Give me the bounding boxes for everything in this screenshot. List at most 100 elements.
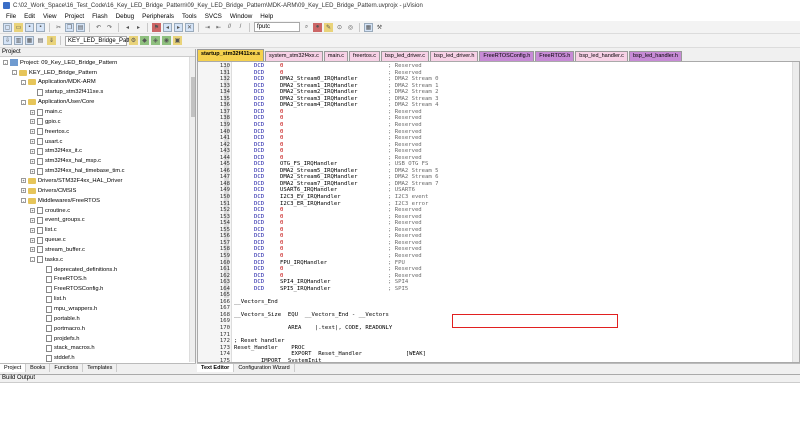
expand-toggle-icon[interactable]: +	[30, 217, 35, 223]
expand-toggle-icon[interactable]: +	[30, 158, 35, 164]
editor-tab[interactable]: bsp_led_handler.c	[575, 51, 628, 61]
menu-item-debug[interactable]: Debug	[112, 13, 139, 20]
configure-icon[interactable]: ◎	[346, 23, 355, 32]
tree-item[interactable]: FreeRTOSConfig.h	[39, 285, 103, 295]
manage-project-icon[interactable]: ◆	[140, 36, 149, 45]
editor-tab[interactable]: FreeRTOS.h	[535, 51, 575, 61]
tree-item[interactable]: - Application/MDK-ARM	[21, 78, 96, 88]
uncomment-icon[interactable]: /	[236, 23, 245, 32]
indent-icon[interactable]: ⇥	[203, 23, 212, 32]
tree-item[interactable]: - Application/User/Core	[21, 97, 94, 107]
editor-tab[interactable]: startup_stm32f411xe.s	[197, 49, 265, 61]
manage-rte-icon[interactable]: ◉	[162, 36, 171, 45]
expand-toggle-icon[interactable]: +	[30, 139, 35, 145]
code-view[interactable]: 130 DCD 0; Reserved 131 DCD 0; Reserved 132 DCD…	[197, 61, 800, 363]
batch-build-icon[interactable]: ▤	[36, 36, 45, 45]
incremental-find-icon[interactable]: ⊙	[335, 23, 344, 32]
comment-icon[interactable]: //	[225, 23, 234, 32]
editor-tab[interactable]: main.c	[323, 51, 349, 61]
tools-icon[interactable]: ⚒	[375, 23, 384, 32]
tree-item[interactable]: + event_groups.c	[30, 216, 85, 226]
open-folder-icon[interactable]: ▭	[14, 22, 23, 32]
scrollbar-thumb[interactable]	[191, 77, 195, 117]
expand-toggle-icon[interactable]: +	[30, 227, 35, 233]
redo-icon[interactable]: ↷	[105, 23, 114, 32]
target-select[interactable]: KEY_LED_Bridge_Pattern	[65, 35, 138, 46]
save-icon[interactable]: ▪	[25, 22, 34, 32]
expand-toggle-icon[interactable]: -	[21, 198, 26, 204]
tree-item[interactable]: + stream_buffer.c	[30, 245, 85, 255]
pack-installer-icon[interactable]: ▣	[173, 36, 182, 45]
tree-item[interactable]: projdefs.h	[39, 334, 79, 344]
expand-toggle-icon[interactable]: -	[3, 60, 8, 66]
expand-toggle-icon[interactable]: +	[30, 148, 35, 154]
menu-item-tools[interactable]: Tools	[178, 13, 201, 20]
menu-item-flash[interactable]: Flash	[88, 13, 111, 20]
expand-toggle-icon[interactable]: +	[21, 178, 26, 184]
tree-item[interactable]: + usart.c	[30, 137, 62, 147]
expand-toggle-icon[interactable]: +	[30, 208, 35, 213]
expand-toggle-icon[interactable]: +	[30, 168, 35, 174]
expand-toggle-icon[interactable]: +	[21, 188, 26, 194]
editor-scrollbar[interactable]	[792, 62, 799, 362]
tree-item[interactable]: + freertos.c	[30, 127, 69, 137]
tree-item[interactable]: + main.c	[30, 107, 62, 117]
window-layout-icon[interactable]: ▦	[364, 22, 373, 32]
tree-item[interactable]: + Drivers/STM32F4xx_HAL_Driver	[21, 176, 122, 186]
tree-item[interactable]: FreeRTOS.h	[39, 275, 87, 285]
expand-toggle-icon[interactable]: -	[21, 79, 26, 85]
tree-item[interactable]: - Middlewares/FreeRTOS	[21, 196, 100, 206]
paste-icon[interactable]: ▤	[76, 22, 85, 32]
menu-item-project[interactable]: Project	[61, 13, 89, 20]
expand-toggle-icon[interactable]: +	[30, 237, 35, 243]
tree-item[interactable]: + gpio.c	[30, 117, 60, 127]
panel-tab-books[interactable]: Books	[26, 364, 51, 372]
tree-item[interactable]: stack_macros.h	[39, 344, 95, 354]
outdent-icon[interactable]: ⇤	[214, 23, 223, 32]
editor-tab[interactable]: system_stm32f4xx.c	[265, 51, 323, 61]
copy-icon[interactable]: ❐	[65, 22, 74, 32]
tree-item[interactable]: portable.h	[39, 314, 80, 324]
tree-item[interactable]: + stm32f4xx_hal_msp.c	[30, 157, 101, 167]
editor-mode-tab[interactable]: Text Editor	[197, 364, 235, 372]
expand-toggle-icon[interactable]: -	[21, 99, 26, 105]
expand-toggle-icon[interactable]: +	[30, 109, 35, 115]
undo-icon[interactable]: ↶	[94, 23, 103, 32]
find-icon[interactable]: ⌕	[302, 23, 311, 32]
tree-item[interactable]: - Project: 09_Key_LED_Bridge_Pattern	[3, 58, 117, 68]
tree-item[interactable]: deprecated_definitions.h	[39, 265, 117, 275]
editor-tab[interactable]: bsp_led_handler.h	[628, 51, 682, 61]
select-packs-icon[interactable]: ◈	[151, 36, 160, 45]
expand-toggle-icon[interactable]: -	[12, 70, 17, 76]
target-options-icon[interactable]: ⚙	[129, 36, 138, 45]
tree-item[interactable]: + queue.c	[30, 235, 66, 245]
cut-icon[interactable]: ✂	[54, 23, 63, 32]
menu-item-peripherals[interactable]: Peripherals	[138, 13, 178, 20]
panel-tab-functions[interactable]: Functions	[50, 364, 84, 372]
bookmark-next-icon[interactable]: ▸	[174, 22, 183, 32]
tree-item[interactable]: stddef.h	[39, 354, 75, 363]
nav-forward-icon[interactable]: ▸	[134, 23, 143, 32]
menu-item-help[interactable]: Help	[256, 13, 277, 20]
new-file-icon[interactable]: ▢	[3, 22, 12, 32]
menu-item-svcs[interactable]: SVCS	[201, 13, 226, 20]
tree-item[interactable]: list.h	[39, 294, 66, 304]
tree-item[interactable]: + croutine.c	[30, 206, 70, 216]
tree-item[interactable]: - tasks.c	[30, 255, 63, 265]
editor-tab[interactable]: bsp_led_driver.c	[380, 51, 430, 61]
expand-toggle-icon[interactable]: +	[30, 119, 35, 125]
project-tree-scrollbar[interactable]	[189, 57, 195, 362]
tree-item[interactable]: mpu_wrappers.h	[39, 304, 97, 314]
tree-item[interactable]: + stm32f4xx_hal_timebase_tim.c	[30, 166, 125, 176]
tree-item[interactable]: + Drivers/CMSIS	[21, 186, 76, 196]
debug-session-icon[interactable]: ●	[313, 22, 322, 32]
download-icon[interactable]: ⇓	[47, 36, 56, 45]
tree-item[interactable]: + list.c	[30, 225, 57, 235]
tree-item[interactable]: portmacro.h	[39, 324, 85, 334]
expand-toggle-icon[interactable]: +	[30, 247, 35, 253]
tree-item[interactable]: + stm32f4xx_it.c	[30, 147, 82, 157]
tree-item[interactable]: - KEY_LED_Bridge_Pattern	[12, 68, 97, 78]
bookmark-prev-icon[interactable]: ◂	[163, 22, 172, 32]
editor-tab[interactable]: freertos.c	[349, 51, 380, 61]
tree-item[interactable]: startup_stm32f411xe.s	[30, 88, 103, 98]
